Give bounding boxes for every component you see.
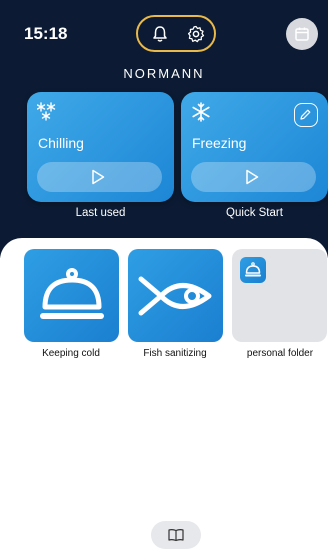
double-snowflake-icon xyxy=(37,102,56,121)
pencil-icon xyxy=(300,109,311,120)
quick-start-caption: Quick Start xyxy=(226,207,283,219)
bell-icon[interactable] xyxy=(150,24,170,44)
fish-sanitizing-tile[interactable] xyxy=(128,249,223,342)
brand-logo: NORMANN xyxy=(123,66,205,81)
cloche-icon xyxy=(40,268,104,319)
snowflake-icon xyxy=(192,102,210,122)
play-icon xyxy=(246,169,259,185)
freezing-card[interactable]: Freezing xyxy=(181,92,328,202)
status-time: 15:18 xyxy=(24,24,68,43)
play-icon xyxy=(92,169,105,185)
chilling-play-button[interactable] xyxy=(37,162,162,192)
keeping-cold-label: Keeping cold xyxy=(42,348,100,359)
calendar-button[interactable] xyxy=(286,18,318,50)
fish-sanitizing-label: Fish sanitizing xyxy=(143,348,207,359)
book-icon xyxy=(168,529,184,542)
keeping-cold-tile[interactable] xyxy=(24,249,119,342)
cloche-icon xyxy=(245,262,261,277)
manual-button[interactable] xyxy=(151,521,201,549)
personal-folder-label: personal folder xyxy=(246,348,314,359)
personal-folder-badge xyxy=(240,257,266,283)
chilling-label: Chilling xyxy=(38,135,84,151)
gear-icon[interactable] xyxy=(186,24,206,44)
fish-icon xyxy=(138,276,212,316)
chilling-card[interactable]: Chilling xyxy=(27,92,174,202)
notification-settings-pill xyxy=(136,15,216,52)
personal-folder-tile[interactable] xyxy=(232,249,327,342)
edit-button[interactable] xyxy=(294,103,318,127)
calendar-icon xyxy=(295,27,309,41)
header-panel: 15:18 NORMANN Chilling Last used Freezin… xyxy=(0,0,328,258)
freezing-label: Freezing xyxy=(192,135,247,151)
freezing-play-button[interactable] xyxy=(191,162,316,192)
last-used-caption: Last used xyxy=(75,207,126,219)
